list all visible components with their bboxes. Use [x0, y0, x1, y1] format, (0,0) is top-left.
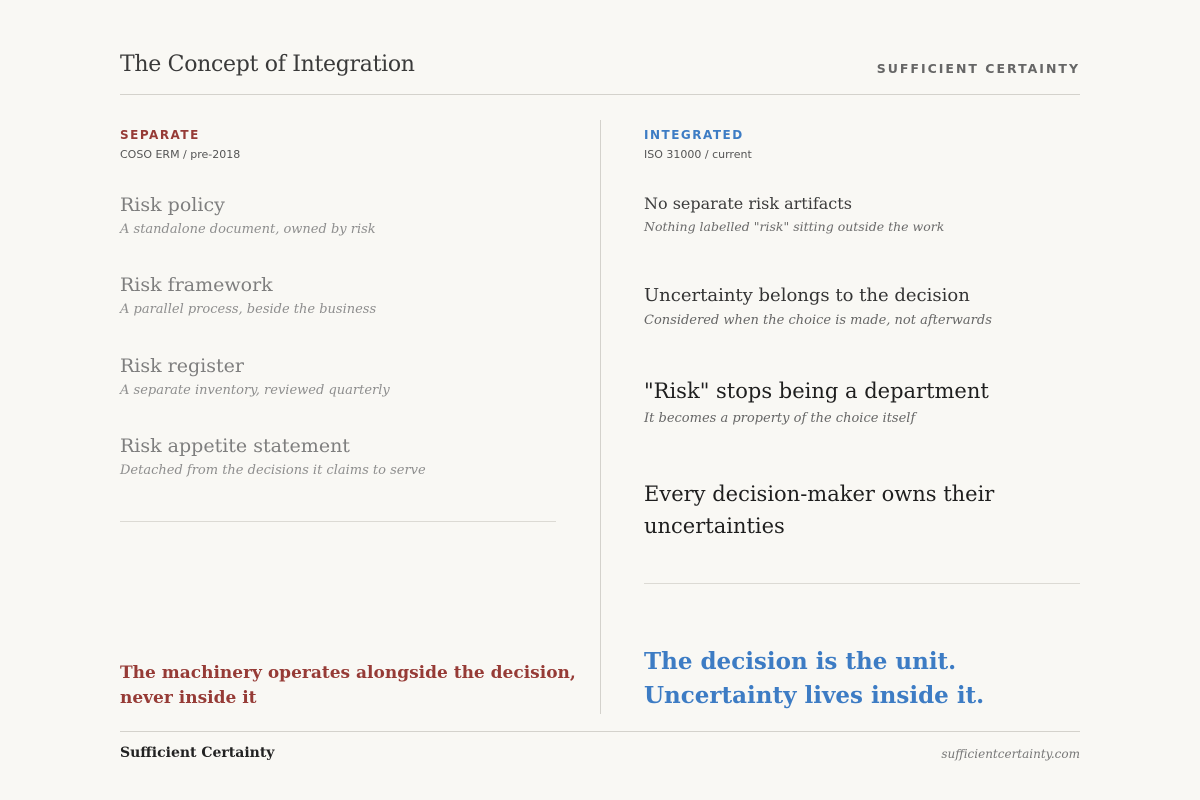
integrated-label: INTEGRATED [644, 128, 744, 142]
integrated-tagline: The decision is the unit. Uncertainty li… [644, 645, 984, 713]
page: The Concept of Integration SUFFICIENT CE… [0, 0, 1200, 800]
item-description: It becomes a property of the choice itse… [644, 411, 916, 426]
separate-item: Risk appetite statement Detached from th… [120, 435, 426, 478]
item-title: Risk framework [120, 274, 273, 296]
integrated-item: Every decision-maker owns their uncertai… [644, 478, 994, 542]
item-title: Uncertainty belongs to the decision [644, 285, 970, 306]
item-description: A standalone document, owned by risk [120, 222, 376, 237]
footer-url[interactable]: sufficientcertainty.com [941, 747, 1080, 761]
item-title: No separate risk artifacts [644, 194, 852, 213]
item-title: uncertainties [644, 514, 785, 538]
tagline-line: The decision is the unit. [644, 648, 957, 675]
separate-item: Risk policy A standalone document, owned… [120, 194, 376, 237]
integrated-item: Uncertainty belongs to the decision Cons… [644, 285, 992, 328]
item-description: Considered when the choice is made, not … [644, 313, 992, 328]
item-description: A separate inventory, reviewed quarterly [120, 383, 390, 398]
separate-item: Risk framework A parallel process, besid… [120, 274, 376, 317]
integrated-item: No separate risk artifacts Nothing label… [644, 194, 944, 234]
footer-brand: Sufficient Certainty [120, 745, 275, 761]
tagline-line: The machinery operates alongside the dec… [120, 663, 576, 683]
footer-rule [120, 731, 1080, 732]
item-title: Every decision-maker owns their [644, 482, 995, 506]
brand-label: SUFFICIENT CERTAINTY [876, 61, 1080, 76]
item-title: "Risk" stops being a department [644, 379, 989, 403]
item-title: Risk appetite statement [120, 435, 350, 457]
header: The Concept of Integration SUFFICIENT CE… [120, 52, 1080, 95]
separate-subtitle: COSO ERM / pre-2018 [120, 148, 241, 161]
integrated-item: "Risk" stops being a department It becom… [644, 379, 989, 426]
separate-item: Risk register A separate inventory, revi… [120, 355, 390, 398]
item-title: Risk policy [120, 194, 225, 216]
item-description: A parallel process, beside the business [120, 302, 377, 317]
page-title: The Concept of Integration [120, 52, 415, 77]
item-description: Detached from the decisions it claims to… [120, 463, 426, 478]
separate-rule [120, 521, 556, 522]
separate-label: SEPARATE [120, 128, 200, 142]
item-description: Nothing labelled "risk" sitting outside … [644, 219, 945, 234]
column-divider [600, 120, 601, 714]
integrated-rule [644, 583, 1080, 584]
tagline-line: never inside it [120, 688, 257, 708]
integrated-subtitle: ISO 31000 / current [644, 148, 752, 161]
tagline-line: Uncertainty lives inside it. [644, 682, 985, 709]
separate-tagline: The machinery operates alongside the dec… [120, 661, 576, 711]
item-title: Risk register [120, 355, 244, 377]
